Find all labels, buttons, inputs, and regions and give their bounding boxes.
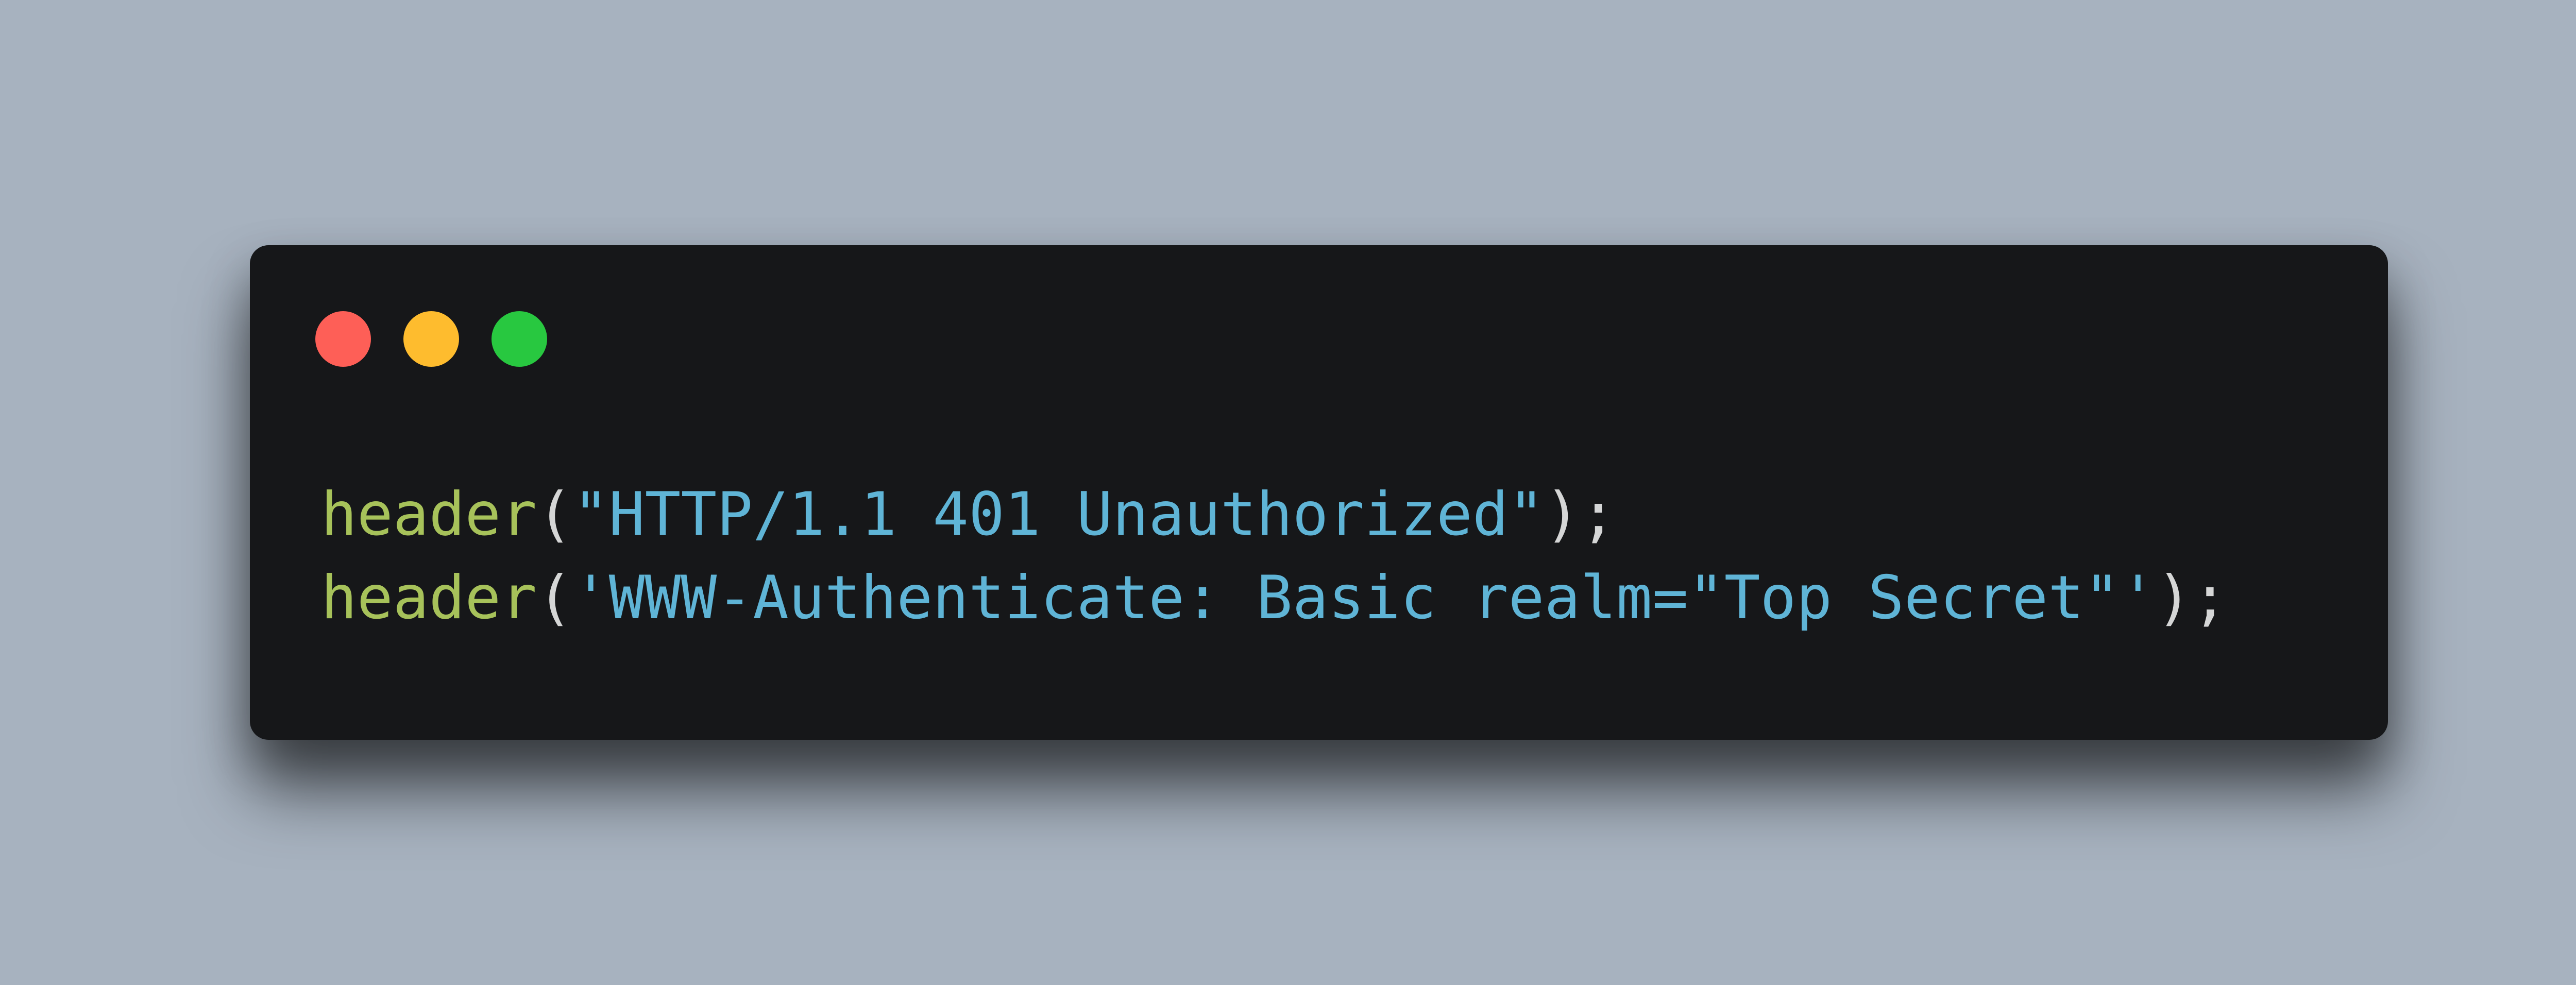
minimize-dot-icon[interactable] xyxy=(403,311,459,367)
open-paren: ( xyxy=(537,563,573,633)
close-paren: ); xyxy=(2156,563,2228,633)
string-literal: 'WWW-Authenticate: Basic realm="Top Secr… xyxy=(572,563,2156,633)
code-line-1: header("HTTP/1.1 401 Unauthorized"); xyxy=(321,473,2228,556)
close-paren: ); xyxy=(1544,480,1617,549)
code-line-2: header('WWW-Authenticate: Basic realm="T… xyxy=(321,556,2228,640)
function-name: header xyxy=(321,563,537,633)
code-block: header("HTTP/1.1 401 Unauthorized"); head… xyxy=(321,473,2228,640)
function-name: header xyxy=(321,480,537,549)
open-paren: ( xyxy=(537,480,573,549)
code-window: header("HTTP/1.1 401 Unauthorized"); head… xyxy=(250,245,2388,740)
close-dot-icon[interactable] xyxy=(315,311,371,367)
string-literal: "HTTP/1.1 401 Unauthorized" xyxy=(572,480,1545,549)
maximize-dot-icon[interactable] xyxy=(492,311,547,367)
